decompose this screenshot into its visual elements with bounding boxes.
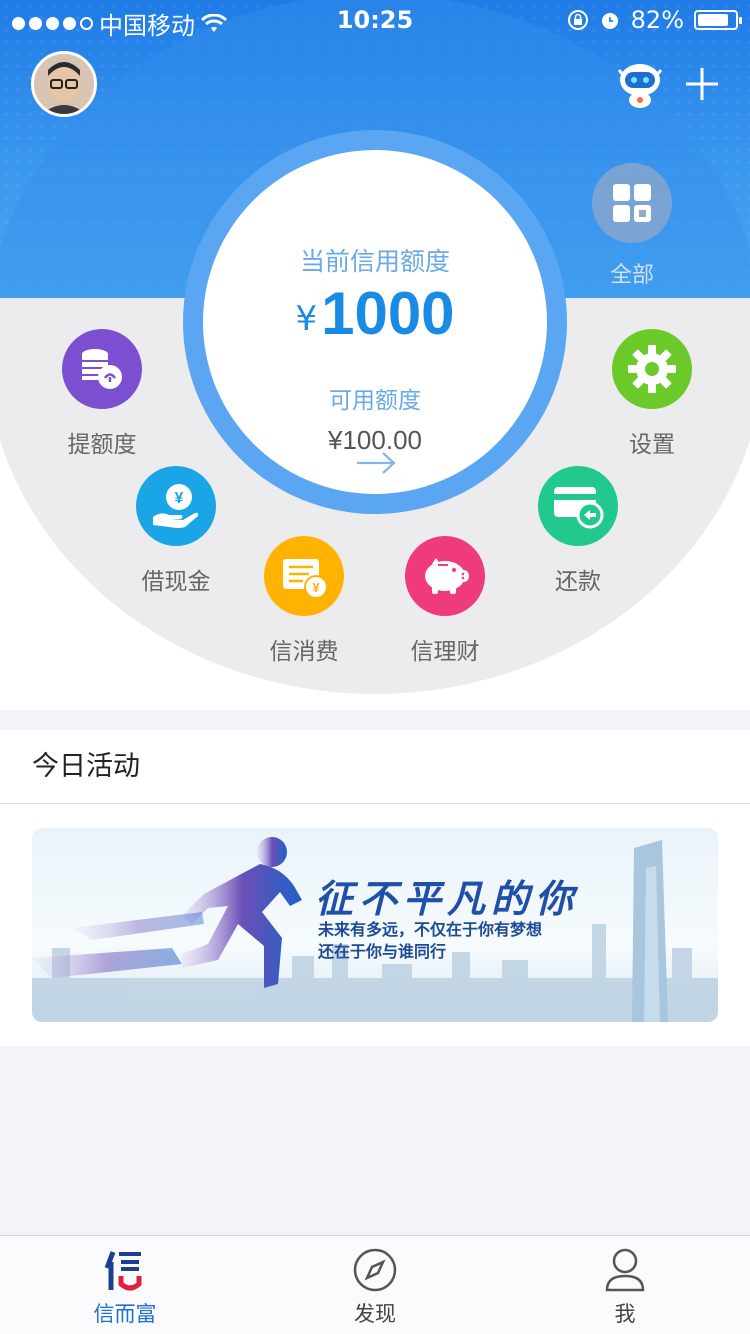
avatar[interactable] [31, 51, 97, 117]
battery-percent: 82% [630, 6, 684, 34]
credit-card: 当前信用额度 ¥1000 可用额度 ¥100.00 [203, 150, 547, 494]
menu-raise-limit[interactable]: 提额度 [47, 329, 157, 459]
menu-repay[interactable]: 还款 [523, 466, 633, 596]
tab-discover[interactable]: 发现 [250, 1236, 500, 1334]
banner-line-2: 还在于你与谁同行 [318, 942, 447, 961]
menu-finance-circle [405, 536, 485, 616]
user-icon [605, 1248, 645, 1292]
menu-cash-loan[interactable]: ¥ 借现金 [121, 466, 231, 596]
tab-home-label: 信而富 [93, 1302, 157, 1326]
piggy-bank-icon [425, 558, 469, 594]
tab-me-label: 我 [614, 1302, 636, 1326]
menu-cash-loan-label: 借现金 [141, 569, 211, 595]
menu-raise-limit-label: 提额度 [67, 432, 137, 458]
activity-title: 今日活动 [0, 730, 750, 804]
battery-icon [694, 10, 742, 30]
credit-limit-value: 1000 [321, 280, 455, 347]
grid-icon [613, 184, 651, 222]
currency-symbol: ¥ [295, 299, 318, 339]
hero-section: 中国移动 10:25 82% 全部 当前信用额度 ¥1000 可用额度 ¥100… [0, 0, 750, 710]
rotation-lock-icon [567, 10, 588, 30]
menu-cash-loan-circle: ¥ [136, 466, 216, 546]
menu-settings[interactable]: 设置 [597, 329, 707, 459]
menu-consume-label: 信消费 [269, 639, 339, 665]
alarm-icon [601, 13, 618, 29]
menu-finance[interactable]: 信理财 [390, 536, 500, 666]
credit-limit-amount: ¥1000 [203, 282, 547, 361]
brand-logo-icon [104, 1251, 142, 1291]
battery-fill [698, 14, 728, 26]
credit-ring[interactable]: 当前信用额度 ¥1000 可用额度 ¥100.00 [183, 130, 567, 514]
user-photo [34, 54, 94, 114]
menu-finance-label: 信理财 [410, 639, 480, 665]
arrow-right-icon[interactable] [355, 450, 397, 476]
bill-icon: ¥ [283, 559, 328, 599]
status-bar: 中国移动 10:25 82% [0, 0, 750, 40]
menu-consume-circle: ¥ [264, 536, 344, 616]
credit-limit-label: 当前信用额度 [299, 247, 450, 276]
svg-text:¥: ¥ [175, 490, 184, 507]
available-limit-label: 可用额度 [329, 388, 421, 414]
menu-consume[interactable]: ¥ 信消费 [249, 536, 359, 666]
coins-icon [82, 349, 122, 389]
all-circle [592, 163, 672, 243]
cash-hand-icon: ¥ [153, 484, 199, 528]
activity-section: 今日活动 征不平凡的你 未来有多远，不仅在于你有梦想 还在于你与谁同行 [0, 730, 750, 1046]
gear-icon [628, 345, 676, 393]
activity-banner[interactable]: 征不平凡的你 未来有多远，不仅在于你有梦想 还在于你与谁同行 [32, 828, 718, 1022]
status-right: 82% [567, 6, 742, 34]
all-label: 全部 [609, 263, 654, 288]
menu-settings-circle [612, 329, 692, 409]
banner-title: 征不平凡的你 [315, 876, 580, 921]
tab-me[interactable]: 我 [500, 1236, 750, 1334]
tab-bar: 信而富 发现 我 [0, 1235, 750, 1334]
menu-raise-limit-circle [62, 329, 142, 409]
add-icon[interactable] [684, 66, 720, 102]
tab-discover-label: 发现 [354, 1302, 396, 1326]
svg-text:¥: ¥ [312, 580, 320, 595]
menu-repay-label: 还款 [555, 569, 601, 595]
banner-line-1: 未来有多远，不仅在于你有梦想 [318, 920, 543, 939]
compass-icon [353, 1248, 397, 1292]
tab-home[interactable]: 信而富 [0, 1236, 250, 1334]
menu-repay-circle [538, 466, 618, 546]
card-return-icon [554, 487, 604, 529]
all-button[interactable]: 全部 [592, 163, 672, 289]
menu-settings-label: 设置 [629, 432, 675, 458]
robot-assistant-icon[interactable] [616, 60, 664, 110]
